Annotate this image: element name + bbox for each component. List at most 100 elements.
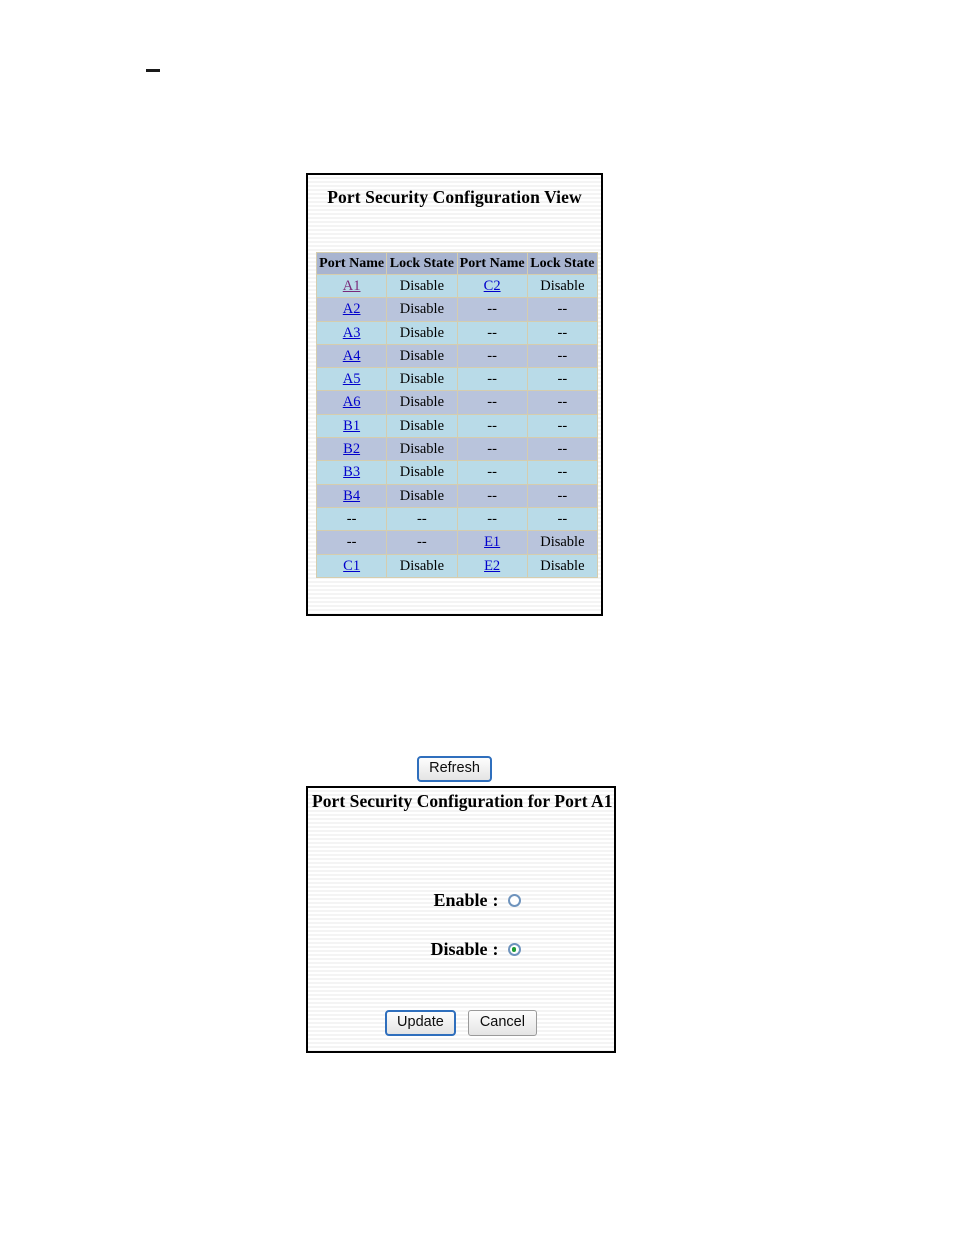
cell-lock-state-2: Disable <box>526 273 599 299</box>
radio-label-disable: Disable <box>430 939 488 959</box>
port-link-B4[interactable]: B4 <box>343 488 360 504</box>
port-link-A4[interactable]: A4 <box>343 348 361 364</box>
table-row: B3 Disable -- -- <box>315 460 599 485</box>
port-link-A3[interactable]: A3 <box>343 325 361 341</box>
port-link-E1[interactable]: E1 <box>484 534 500 550</box>
cell-lock-state-2: Disable <box>526 553 599 578</box>
lock-state-radio-group: Enable: Disable: <box>308 876 614 974</box>
port-security-table-container: Port Name Lock State Port Name Lock Stat… <box>315 252 599 578</box>
cell-lock-state-1: Disable <box>386 367 458 392</box>
cell-port-name-2: -- <box>456 506 528 532</box>
cell-port-name-2: -- <box>456 367 528 392</box>
cell-port-name-1: B2 <box>315 437 388 462</box>
cell-lock-state-2: -- <box>526 413 599 439</box>
cell-port-name-2: -- <box>456 390 528 415</box>
port-link-B2[interactable]: B2 <box>343 441 360 457</box>
cell-lock-state-1: Disable <box>386 390 458 415</box>
cell-port-name-2: C2 <box>456 273 528 299</box>
update-button[interactable]: Update <box>385 1010 456 1036</box>
cell-port-name-2: -- <box>456 413 528 439</box>
table-row: A6 Disable -- -- <box>315 390 599 415</box>
cell-lock-state-2: -- <box>526 483 599 508</box>
cell-port-name-1: -- <box>315 506 388 532</box>
table-header-row: Port Name Lock State Port Name Lock Stat… <box>315 252 599 275</box>
cell-lock-state-2: -- <box>526 390 599 415</box>
port-link-A5[interactable]: A5 <box>343 371 361 387</box>
port-security-table-body: A1 Disable C2 Disable A2 Disable -- -- A3 Disable… <box>315 273 599 578</box>
cell-lock-state-1: Disable <box>386 460 458 485</box>
port-link-A6[interactable]: A6 <box>343 394 361 410</box>
cell-port-name-1: A4 <box>315 343 388 369</box>
page-title: Port Security Configuration View <box>327 187 582 207</box>
config-buttons-container: Update Cancel <box>308 1010 614 1036</box>
radio-row-enable[interactable]: Enable: <box>308 876 614 925</box>
cell-lock-state-1: Disable <box>386 343 458 369</box>
radio-label-enable: Enable <box>433 890 488 910</box>
cell-lock-state-2: -- <box>526 343 599 369</box>
cell-lock-state-1: Disable <box>386 437 458 462</box>
cell-lock-state-1: Disable <box>386 413 458 439</box>
table-row: A1 Disable C2 Disable <box>315 273 599 299</box>
cell-port-name-2: -- <box>456 437 528 462</box>
column-header-port-name-1: Port Name <box>315 252 388 275</box>
cell-lock-state-1: -- <box>386 506 458 532</box>
table-row: A3 Disable -- -- <box>315 320 599 345</box>
port-link-A1[interactable]: A1 <box>343 278 361 294</box>
cell-lock-state-2: -- <box>526 460 599 485</box>
port-link-E2[interactable]: E2 <box>484 558 500 574</box>
table-row: B1 Disable -- -- <box>315 413 599 439</box>
refresh-button-container: Refresh <box>308 756 601 782</box>
page-top-dash-mark <box>146 69 160 72</box>
radio-button-disable[interactable] <box>507 943 521 956</box>
table-row: -- -- E1 Disable <box>315 530 599 555</box>
cell-port-name-1: C1 <box>315 553 388 578</box>
cell-port-name-2: -- <box>456 460 528 485</box>
cell-lock-state-1: Disable <box>386 483 458 508</box>
port-security-config-panel: Port Security Configuration for Port A1 … <box>306 786 616 1053</box>
cell-port-name-2: -- <box>456 343 528 369</box>
table-row: A5 Disable -- -- <box>315 367 599 392</box>
port-link-A2[interactable]: A2 <box>343 301 361 317</box>
cell-port-name-2: -- <box>456 297 528 322</box>
table-row: B4 Disable -- -- <box>315 483 599 508</box>
cancel-button[interactable]: Cancel <box>467 1010 537 1036</box>
cell-port-name-2: E2 <box>456 553 528 578</box>
cell-port-name-2: -- <box>456 483 528 508</box>
cell-port-name-1: A6 <box>315 390 388 415</box>
radio-colon: : <box>492 890 499 910</box>
cell-port-name-2: E1 <box>456 530 528 555</box>
cell-lock-state-1: Disable <box>386 320 458 345</box>
cell-lock-state-2: -- <box>526 320 599 345</box>
table-row: A2 Disable -- -- <box>315 297 599 322</box>
port-link-C1[interactable]: C1 <box>343 558 360 574</box>
column-header-port-name-2: Port Name <box>456 252 528 275</box>
cell-port-name-1: A5 <box>315 367 388 392</box>
cell-port-name-1: A2 <box>315 297 388 322</box>
cell-port-name-1: B4 <box>315 483 388 508</box>
cell-lock-state-1: Disable <box>386 273 458 299</box>
radio-button-enable[interactable] <box>507 894 521 907</box>
column-header-lock-state-2: Lock State <box>526 252 599 275</box>
cell-lock-state-2: -- <box>526 367 599 392</box>
table-row: C1 Disable E2 Disable <box>315 553 599 578</box>
config-panel-title: Port Security Configuration for Port A1 <box>312 791 613 811</box>
port-link-C2[interactable]: C2 <box>484 278 501 294</box>
cell-port-name-1: B1 <box>315 413 388 439</box>
cell-lock-state-1: Disable <box>386 553 458 578</box>
cell-lock-state-2: -- <box>526 506 599 532</box>
refresh-button[interactable]: Refresh <box>417 756 492 782</box>
radio-colon: : <box>492 939 499 959</box>
cell-port-name-1: A3 <box>315 320 388 345</box>
radio-row-disable[interactable]: Disable: <box>308 925 614 974</box>
cell-lock-state-1: -- <box>386 530 458 555</box>
cell-lock-state-2: -- <box>526 297 599 322</box>
cell-lock-state-1: Disable <box>386 297 458 322</box>
cell-lock-state-2: -- <box>526 437 599 462</box>
cell-port-name-1: B3 <box>315 460 388 485</box>
port-security-view-panel: Port Security Configuration View Port Na… <box>306 173 603 782</box>
table-row: -- -- -- -- <box>315 506 599 532</box>
cell-port-name-1: A1 <box>315 273 388 299</box>
port-security-table: Port Name Lock State Port Name Lock Stat… <box>315 252 599 578</box>
port-link-B1[interactable]: B1 <box>343 418 360 434</box>
port-link-B3[interactable]: B3 <box>343 464 360 480</box>
